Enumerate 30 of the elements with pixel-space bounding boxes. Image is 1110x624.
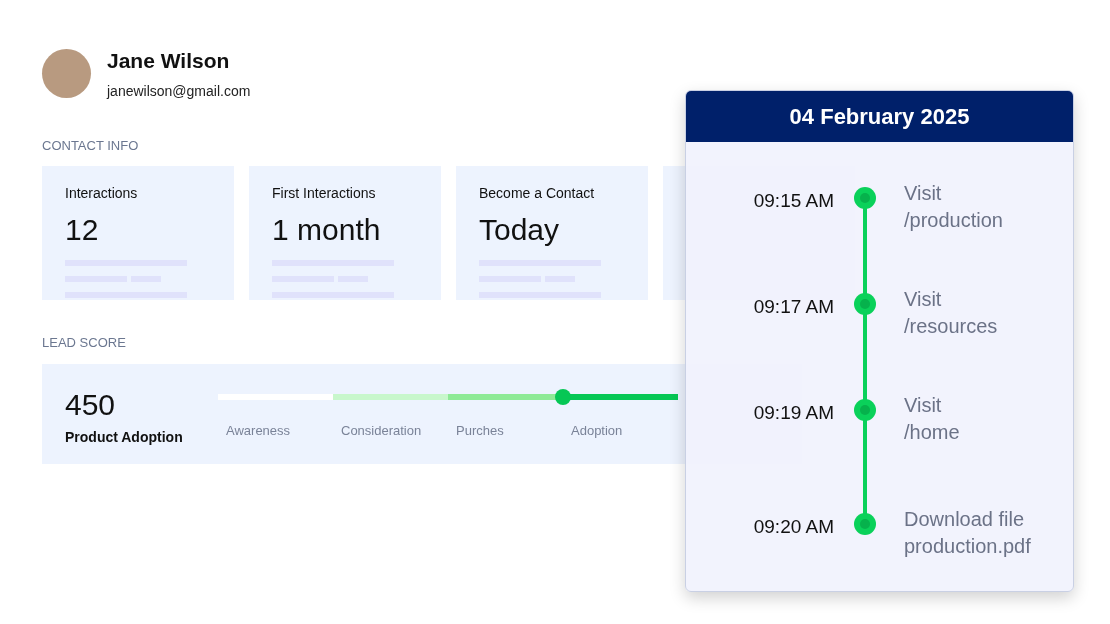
stage-label: Purches [456, 421, 504, 440]
stage-label: Awareness [226, 421, 291, 440]
stat-value: 1 month [272, 212, 381, 248]
event-action: Download file [904, 507, 1026, 532]
event-time: 09:20 AM [752, 515, 834, 539]
event-detail: /production [904, 208, 1003, 233]
stage-label: Adoption [571, 421, 623, 440]
stat-label: Interactions [65, 184, 138, 203]
section-heading: CONTACT INFO [42, 136, 139, 155]
timeline-date: 04 February 2025 [789, 103, 970, 131]
contact-email: janewilson@gmail.com [107, 81, 251, 101]
avatar-photo-placeholder [42, 48, 91, 98]
section-heading: LEAD SCORE [42, 334, 126, 352]
event-action: Visit [904, 181, 943, 206]
stat-value: 12 [65, 212, 99, 248]
score-value: 450 [65, 386, 116, 423]
event-action: Visit [904, 287, 943, 312]
stage-name: Product Adoption [65, 427, 183, 447]
event-detail: /resources [904, 314, 998, 339]
stat-value: Today [479, 212, 560, 248]
event-time: 09:19 AM [752, 401, 834, 425]
contact-name: Jane Wilson [107, 48, 231, 74]
event-time: 09:17 AM [752, 295, 834, 319]
event-action: Visit [904, 393, 943, 418]
event-detail: /home [904, 420, 960, 445]
event-time: 09:15 AM [752, 189, 834, 213]
event-detail: production.pdf [904, 534, 1031, 559]
stage-label: Consideration [341, 421, 422, 440]
stat-label: First Interactions [272, 184, 376, 203]
stat-label: Become a Contact [479, 184, 595, 203]
